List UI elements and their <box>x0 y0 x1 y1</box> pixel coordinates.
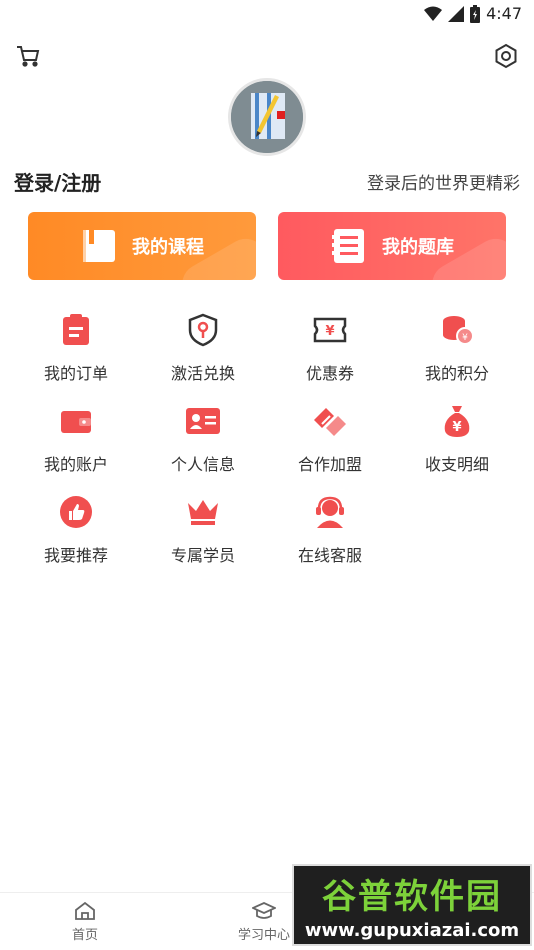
watermark-logo: 谷普软件园 www.gupuxiazai.com <box>292 864 532 946</box>
grid-item-income-expense[interactable]: ¥ 收支明细 <box>397 403 517 483</box>
grid-item-label: 在线客服 <box>297 546 362 565</box>
id-card-icon <box>185 403 221 439</box>
watermark-title: 谷普软件园 <box>322 877 502 917</box>
money-bag-icon: ¥ <box>439 403 475 439</box>
points-icon: ¥ <box>439 312 475 348</box>
grid-item-label: 我要推荐 <box>43 546 108 565</box>
grid-item-exclusive-member[interactable]: 专属学员 <box>143 494 263 574</box>
grid-item-my-account[interactable]: 我的账户 <box>16 403 136 483</box>
login-row: 登录/注册 登录后的世界更精彩 <box>14 166 520 196</box>
grid-item-personal-info[interactable]: 个人信息 <box>143 403 263 483</box>
signal-icon <box>448 5 465 22</box>
status-time: 4:47 <box>486 4 522 23</box>
question-bank-icon <box>332 229 364 263</box>
grid-item-my-orders[interactable]: 我的订单 <box>16 312 136 392</box>
wifi-icon <box>424 6 443 21</box>
order-icon <box>58 312 94 348</box>
graduation-icon <box>252 902 276 919</box>
nav-item-home[interactable]: 首页 <box>72 901 98 943</box>
nav-label: 学习中心 <box>238 928 291 943</box>
grid-item-label: 激活兑换 <box>170 364 235 383</box>
nav-item-study-center[interactable]: 学习中心 <box>238 901 290 943</box>
grid-item-label: 收支明细 <box>424 455 489 474</box>
my-courses-label: 我的课程 <box>132 237 204 258</box>
grid-item-online-support[interactable]: 在线客服 <box>270 494 390 574</box>
grid-item-activate-redeem[interactable]: 激活兑换 <box>143 312 263 392</box>
handshake-icon <box>312 403 348 439</box>
login-hint: 登录后的世界更精彩 <box>367 173 520 194</box>
coupon-icon: ¥ <box>312 312 348 348</box>
grid-item-label: 个人信息 <box>170 455 235 474</box>
my-question-bank-button[interactable]: 我的题库 <box>278 212 506 280</box>
thumbs-up-icon <box>58 494 94 530</box>
grid-item-label: 我的账户 <box>43 455 108 474</box>
my-question-bank-label: 我的题库 <box>382 237 454 258</box>
book-icon <box>83 230 115 262</box>
grid-item-my-points[interactable]: ¥ 我的积分 <box>397 312 517 392</box>
grid-item-label: 我的积分 <box>424 364 489 383</box>
svg-text:¥: ¥ <box>325 324 334 339</box>
watermark-url: www.gupuxiazai.com <box>304 920 520 941</box>
avatar[interactable] <box>228 78 306 156</box>
grid-item-coupons[interactable]: ¥ 优惠券 <box>270 312 390 392</box>
my-courses-button[interactable]: 我的课程 <box>28 212 256 280</box>
grid-item-recommend[interactable]: 我要推荐 <box>16 494 136 574</box>
login-register-link[interactable]: 登录/注册 <box>14 167 101 196</box>
grid-item-label: 优惠券 <box>305 364 354 383</box>
wallet-icon <box>58 403 94 439</box>
status-icons: 4:47 <box>424 4 522 23</box>
grid-item-label: 专属学员 <box>170 546 235 565</box>
grid-item-label: 我的订单 <box>43 364 108 383</box>
battery-icon <box>470 4 481 23</box>
activate-icon <box>185 312 221 348</box>
gear-icon[interactable] <box>490 40 522 72</box>
support-icon <box>312 494 348 530</box>
svg-text:¥: ¥ <box>452 420 461 435</box>
grid-item-partnership[interactable]: 合作加盟 <box>270 403 390 483</box>
cart-icon[interactable] <box>12 40 44 72</box>
status-bar: 4:47 <box>0 0 534 28</box>
home-icon <box>75 901 95 920</box>
nav-label: 首页 <box>72 928 99 943</box>
svg-text:¥: ¥ <box>462 333 468 343</box>
grid-item-label: 合作加盟 <box>297 455 362 474</box>
crown-icon <box>185 494 221 530</box>
